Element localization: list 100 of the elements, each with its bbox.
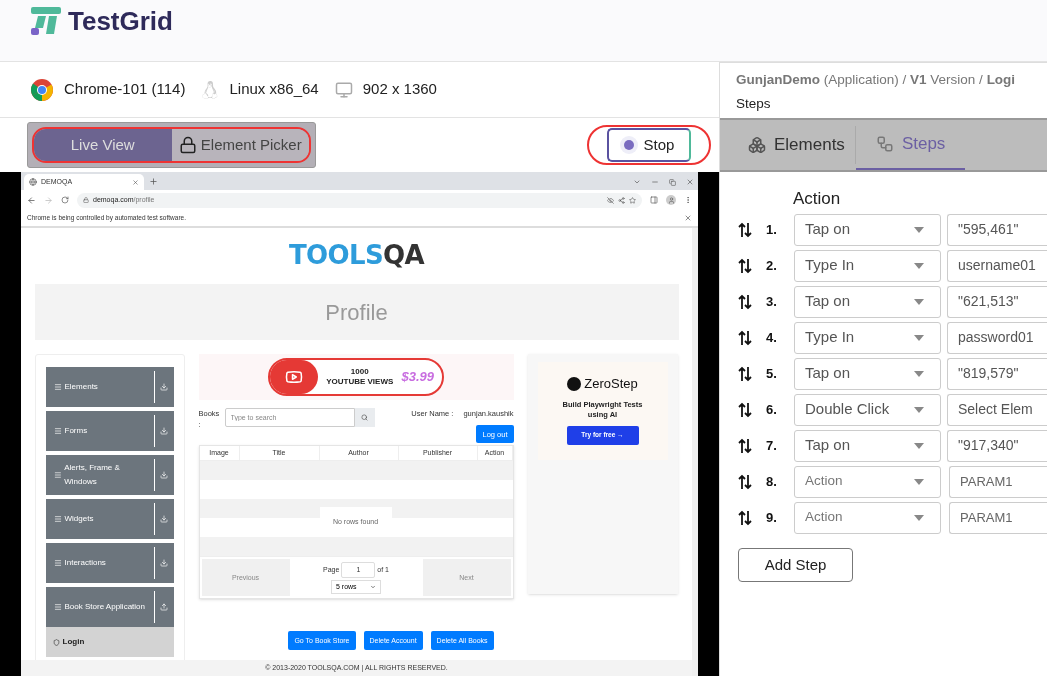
ad-text: YOUTUBE VIEWS bbox=[326, 377, 394, 387]
sidebar-group[interactable]: Alerts, Frame & Windows bbox=[45, 455, 174, 495]
promo-brand: ZeroStep bbox=[584, 375, 638, 393]
browser-version: Chrome-101 (114) bbox=[64, 79, 186, 100]
breadcrumb-subtitle: Steps bbox=[736, 95, 772, 114]
reorder-icon[interactable] bbox=[738, 221, 752, 238]
step-number: 9. bbox=[765, 508, 778, 527]
add-step-button[interactable]: Add Step bbox=[738, 548, 853, 582]
step-value-field[interactable]: "621,513" bbox=[947, 285, 1047, 318]
expand-icon[interactable] bbox=[160, 559, 168, 567]
reorder-icon[interactable] bbox=[738, 401, 752, 418]
caret-icon bbox=[914, 442, 924, 449]
step-value-field[interactable]: "595,461" bbox=[947, 213, 1047, 246]
expand-icon[interactable] bbox=[160, 471, 168, 479]
expand-icon[interactable] bbox=[160, 383, 168, 391]
more-icon[interactable] bbox=[684, 196, 692, 204]
close-icon[interactable] bbox=[684, 214, 692, 222]
zerostep-logo-icon bbox=[567, 376, 582, 391]
monitor-icon bbox=[334, 80, 353, 99]
reorder-icon[interactable] bbox=[738, 329, 752, 346]
ad-price: $3.99 bbox=[401, 368, 435, 387]
caret-icon bbox=[914, 370, 924, 377]
step-number: 8. bbox=[765, 472, 778, 491]
group-label: Alerts, Frame & Windows bbox=[64, 462, 121, 488]
reorder-icon[interactable] bbox=[738, 293, 752, 310]
caret-icon bbox=[914, 478, 924, 485]
expand-icon[interactable] bbox=[160, 427, 168, 435]
group-label: Interactions bbox=[64, 557, 106, 569]
page-heading: Profile bbox=[325, 298, 388, 327]
step-number: 2. bbox=[765, 256, 778, 275]
action-select[interactable]: Type In bbox=[794, 321, 941, 354]
action-select[interactable]: Tap on bbox=[794, 213, 941, 246]
reorder-icon[interactable] bbox=[738, 437, 752, 454]
chrome-logo-icon bbox=[30, 77, 54, 102]
step-value-field[interactable]: "819,579" bbox=[947, 357, 1047, 390]
step-value-field[interactable]: username01 bbox=[947, 249, 1047, 282]
action-select[interactable]: Action bbox=[794, 501, 941, 534]
restore-icon[interactable] bbox=[669, 178, 676, 186]
action-select[interactable]: Tap on bbox=[794, 285, 941, 318]
sidebar-group[interactable]: Widgets bbox=[45, 499, 174, 539]
group-label: Forms bbox=[64, 425, 88, 437]
step-number: 7. bbox=[765, 436, 778, 455]
step-number: 3. bbox=[765, 292, 778, 311]
group-label: Widgets bbox=[64, 513, 94, 525]
view-toggle-option[interactable]: Element Picker bbox=[171, 129, 309, 161]
reload-icon[interactable] bbox=[61, 196, 69, 204]
caret-icon bbox=[914, 334, 924, 341]
collapse-icon[interactable] bbox=[160, 603, 168, 611]
side-panel-icon[interactable] bbox=[650, 196, 658, 204]
play-icon bbox=[285, 368, 303, 386]
sidebar-group[interactable]: Book Store Application bbox=[45, 587, 174, 627]
caret-icon bbox=[914, 514, 924, 521]
action-select[interactable]: Type In bbox=[794, 249, 941, 282]
new-tab-icon[interactable] bbox=[149, 177, 158, 186]
stop-button[interactable]: Stop bbox=[607, 128, 691, 162]
penguin-icon bbox=[201, 80, 220, 99]
step-value-field[interactable]: "917,340" bbox=[947, 429, 1047, 462]
reorder-icon[interactable] bbox=[738, 365, 752, 382]
panel-tab[interactable]: Elements bbox=[738, 120, 855, 170]
lock-icon bbox=[83, 197, 89, 203]
caret-icon bbox=[914, 226, 924, 233]
column-heading: Action bbox=[793, 188, 842, 210]
step-number: 4. bbox=[765, 328, 778, 347]
profile-avatar[interactable] bbox=[666, 195, 676, 205]
action-select[interactable]: Tap on bbox=[794, 429, 941, 462]
close-icon[interactable] bbox=[686, 178, 694, 186]
share-icon[interactable] bbox=[618, 196, 625, 204]
boxes-icon bbox=[748, 136, 766, 154]
eye-off-icon[interactable] bbox=[607, 196, 614, 204]
sidebar-group[interactable]: Interactions bbox=[45, 543, 174, 583]
chevron-down-icon bbox=[370, 583, 376, 590]
step-number: 6. bbox=[765, 400, 778, 419]
reorder-icon[interactable] bbox=[738, 257, 752, 274]
expand-icon[interactable] bbox=[160, 515, 168, 523]
caret-icon bbox=[914, 406, 924, 413]
sidebar-group[interactable]: Forms bbox=[45, 411, 174, 451]
step-value-field[interactable]: PARAM1 bbox=[949, 465, 1047, 498]
search-icon bbox=[361, 414, 368, 421]
sidebar-item[interactable]: Login bbox=[45, 627, 174, 657]
action-select[interactable]: Double Click bbox=[794, 393, 941, 426]
caret-icon bbox=[914, 298, 924, 305]
toolsqa-logo: TOOLSQA bbox=[289, 239, 424, 272]
back-icon[interactable] bbox=[27, 195, 36, 205]
action-select[interactable]: Action bbox=[794, 465, 941, 498]
step-value-field[interactable]: PARAM1 bbox=[949, 501, 1047, 534]
view-toggle-option[interactable]: Live View bbox=[34, 129, 172, 161]
ad-count: 1000 bbox=[350, 367, 369, 377]
reorder-icon[interactable] bbox=[738, 509, 752, 526]
step-value-field[interactable]: password01 bbox=[947, 321, 1047, 354]
chevron-down-icon[interactable] bbox=[633, 178, 641, 186]
step-value-field[interactable]: Select Elem bbox=[947, 393, 1047, 426]
shield-icon bbox=[52, 638, 60, 646]
reorder-icon[interactable] bbox=[738, 473, 752, 490]
close-icon[interactable] bbox=[132, 178, 139, 186]
action-select[interactable]: Tap on bbox=[794, 357, 941, 390]
sidebar-group[interactable]: Elements bbox=[45, 367, 174, 407]
caret-icon bbox=[914, 262, 924, 269]
app-logo-text: TestGrid bbox=[68, 6, 173, 36]
step-number: 5. bbox=[765, 364, 778, 383]
star-icon[interactable] bbox=[629, 196, 636, 204]
